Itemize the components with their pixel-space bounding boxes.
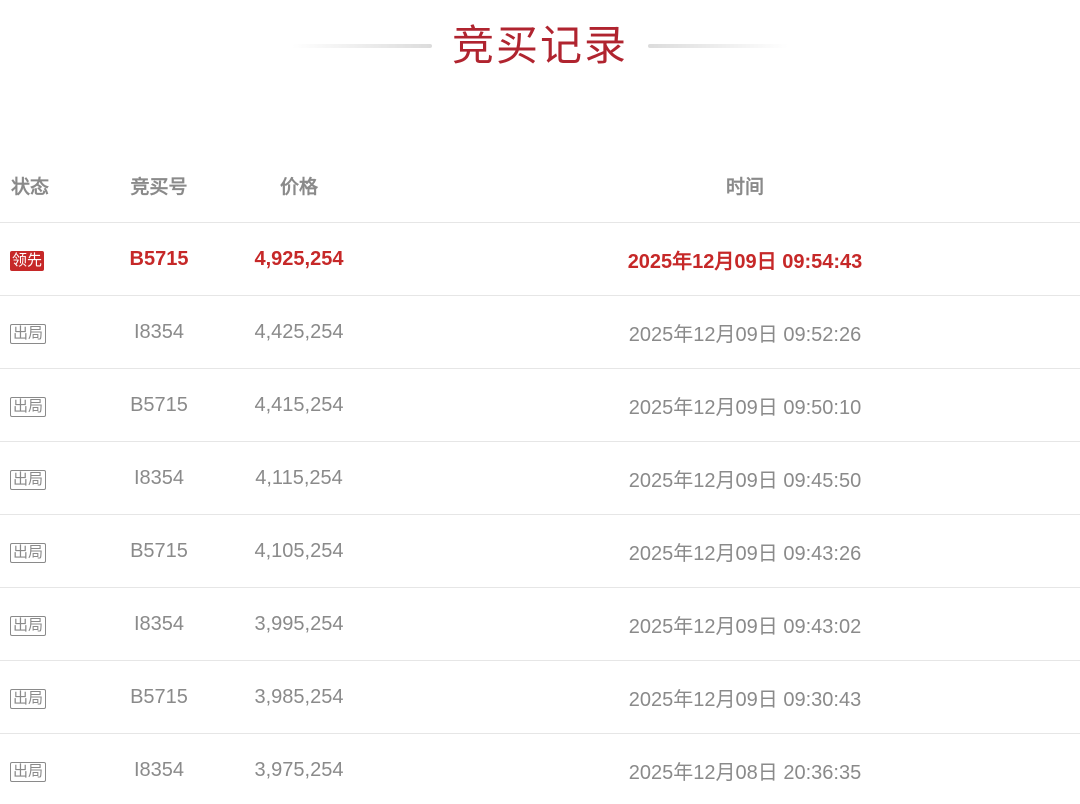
bidder-cell: B5715 [130,539,188,562]
header-time: 时间 [725,176,764,198]
table-row: 出局 B5715 3,985,254 2025年12月09日 09:30:43 [0,661,1080,734]
header-price: 价格 [279,176,318,198]
status-cell: 出局 [0,686,100,709]
table-row: 出局 I8354 3,995,254 2025年12月09日 09:43:02 [0,588,1080,661]
price-cell: 4,415,254 [254,393,344,416]
section-title: 竞买记录 [0,14,1080,78]
time-cell: 2025年12月09日 09:43:26 [628,542,862,565]
page-title: 竞买记录 [451,21,628,70]
table-row: 出局 I8354 4,115,254 2025年12月09日 09:45:50 [0,442,1080,515]
price-cell: 4,925,254 [254,247,344,270]
status-badge-out: 出局 [10,688,47,709]
price-cell: 4,115,254 [255,466,343,489]
title-decor-left [291,44,432,48]
status-cell: 出局 [0,540,100,563]
table-row: 出局 B5715 4,105,254 2025年12月09日 09:43:26 [0,515,1080,588]
bidder-cell: I8354 [133,759,185,781]
status-cell: 出局 [0,613,100,636]
status-badge-out: 出局 [10,615,47,636]
bidder-cell: B5715 [129,247,189,270]
price-cell: 3,985,254 [254,685,344,708]
table-row: 领先 B5715 4,925,254 2025年12月09日 09:54:43 [0,223,1080,296]
table-row: 出局 I8354 4,425,254 2025年12月09日 09:52:26 [0,296,1080,369]
bid-record-page: 竞买记录 状态 竞买号 价格 时间 领先 B5715 4,925,254 202… [0,0,1080,804]
time-cell: 2025年12月09日 09:52:26 [628,323,862,346]
status-badge-out: 出局 [10,396,47,417]
bid-record-table: 状态 竞买号 价格 时间 领先 B5715 4,925,254 2025年12月… [0,148,1080,804]
price-cell: 3,975,254 [254,759,344,781]
bidder-cell: I8354 [133,320,185,343]
table-row: 出局 B5715 4,415,254 2025年12月09日 09:50:10 [0,369,1080,442]
status-badge-out: 出局 [10,542,47,563]
price-cell: 4,425,254 [254,320,344,343]
header-bidder: 竞买号 [130,176,188,198]
time-cell: 2025年12月09日 09:30:43 [628,688,862,711]
price-cell: 4,105,254 [254,539,344,562]
time-cell: 2025年12月09日 09:54:43 [627,250,863,273]
time-cell: 2025年12月09日 09:45:50 [628,469,862,492]
status-badge-out: 出局 [10,762,47,782]
status-cell: 出局 [0,394,100,417]
status-cell: 出局 [0,759,100,782]
price-cell: 3,995,254 [254,612,344,635]
status-badge-out: 出局 [10,469,47,490]
time-cell: 2025年12月09日 09:50:10 [628,396,862,419]
title-decor-right [648,44,788,48]
time-cell: 2025年12月09日 09:43:02 [628,615,862,638]
header-status: 状态 [11,176,50,198]
status-cell: 领先 [0,248,100,271]
time-cell: 2025年12月08日 20:36:35 [628,762,862,784]
table-row: 出局 I8354 3,975,254 2025年12月08日 20:36:35 [0,734,1080,804]
status-badge-leading: 领先 [10,250,45,271]
bidder-cell: B5715 [130,685,188,708]
bidder-cell: I8354 [133,466,185,489]
status-cell: 出局 [0,321,100,344]
table-header: 状态 竞买号 价格 时间 [0,148,1080,223]
bidder-cell: I8354 [133,612,185,635]
status-badge-out: 出局 [10,323,47,344]
status-cell: 出局 [0,467,100,490]
bidder-cell: B5715 [130,393,188,416]
